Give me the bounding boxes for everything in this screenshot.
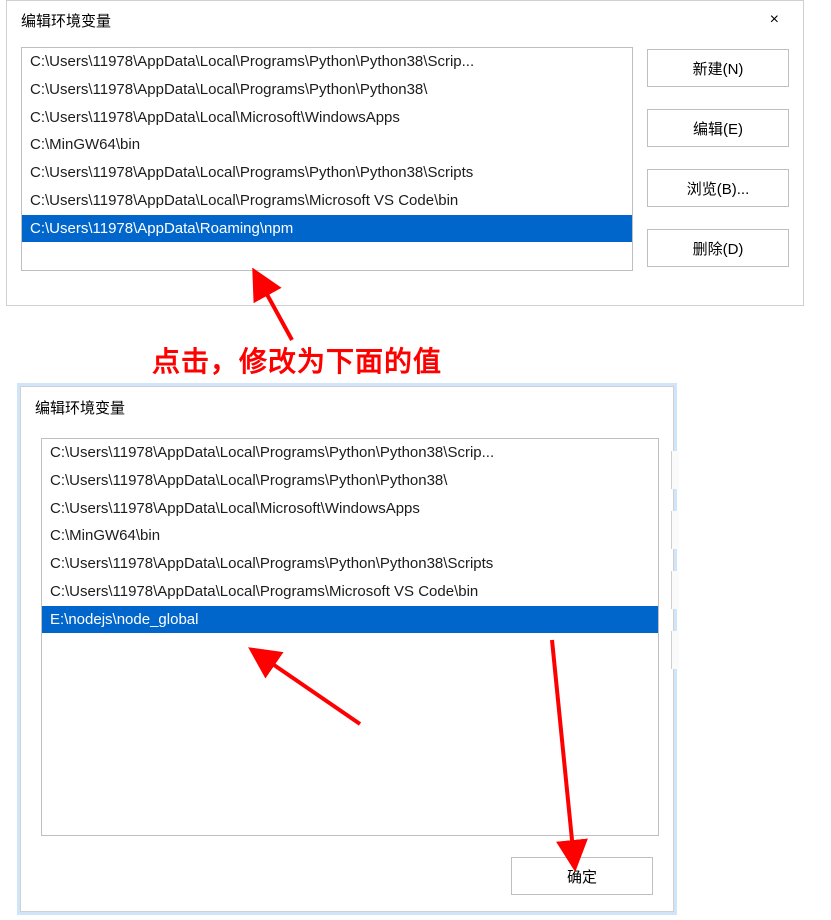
list-item[interactable]: C:\Users\11978\AppData\Local\Programs\Mi…: [42, 578, 658, 606]
new-button[interactable]: 新建(N): [647, 49, 789, 87]
list-item[interactable]: C:\MinGW64\bin: [22, 131, 632, 159]
edit-button[interactable]: 编辑(E): [647, 109, 789, 147]
list-item[interactable]: C:\Users\11978\AppData\Local\Programs\Mi…: [22, 187, 632, 215]
list-item[interactable]: C:\Users\11978\AppData\Local\Programs\Py…: [42, 439, 658, 467]
delete-button[interactable]: 删除(D): [647, 229, 789, 267]
list-item[interactable]: C:\Users\11978\AppData\Local\Programs\Py…: [22, 76, 632, 104]
titlebar: 编辑环境变量: [21, 387, 673, 420]
list-item[interactable]: C:\Users\11978\AppData\Local\Microsoft\W…: [22, 104, 632, 132]
dialog-title: 编辑环境变量: [35, 397, 125, 418]
cropped-button-edge: [671, 571, 679, 609]
list-item-selected[interactable]: E:\nodejs\node_global: [42, 606, 658, 634]
list-item[interactable]: C:\Users\11978\AppData\Local\Microsoft\W…: [42, 495, 658, 523]
list-item[interactable]: C:\Users\11978\AppData\Local\Programs\Py…: [22, 159, 632, 187]
ok-button[interactable]: 确定: [511, 857, 653, 895]
list-item[interactable]: C:\Users\11978\AppData\Local\Programs\Py…: [22, 48, 632, 76]
env-var-dialog-after: 编辑环境变量 C:\Users\11978\AppData\Local\Prog…: [20, 386, 674, 912]
button-column: 新建(N) 编辑(E) 浏览(B)... 删除(D): [647, 47, 789, 271]
dialog-footer: 确定: [511, 857, 653, 895]
titlebar: 编辑环境变量 ×: [7, 1, 803, 39]
cropped-button-edge: [671, 511, 679, 549]
close-icon[interactable]: ×: [760, 9, 789, 31]
env-var-dialog-before: 编辑环境变量 × C:\Users\11978\AppData\Local\Pr…: [6, 0, 804, 306]
list-item[interactable]: C:\Users\11978\AppData\Local\Programs\Py…: [42, 467, 658, 495]
dialog-title: 编辑环境变量: [21, 10, 111, 31]
dialog-body: C:\Users\11978\AppData\Local\Programs\Py…: [7, 39, 803, 271]
path-listbox[interactable]: C:\Users\11978\AppData\Local\Programs\Py…: [41, 438, 659, 836]
list-item-selected[interactable]: C:\Users\11978\AppData\Roaming\npm: [22, 215, 632, 243]
list-item[interactable]: C:\MinGW64\bin: [42, 522, 658, 550]
cropped-button-edge: [671, 451, 679, 489]
cropped-button-edge: [671, 631, 679, 669]
dialog-body: C:\Users\11978\AppData\Local\Programs\Py…: [21, 420, 673, 836]
path-listbox[interactable]: C:\Users\11978\AppData\Local\Programs\Py…: [21, 47, 633, 271]
annotation-label: 点击，修改为下面的值: [152, 340, 442, 380]
browse-button[interactable]: 浏览(B)...: [647, 169, 789, 207]
list-item[interactable]: C:\Users\11978\AppData\Local\Programs\Py…: [42, 550, 658, 578]
